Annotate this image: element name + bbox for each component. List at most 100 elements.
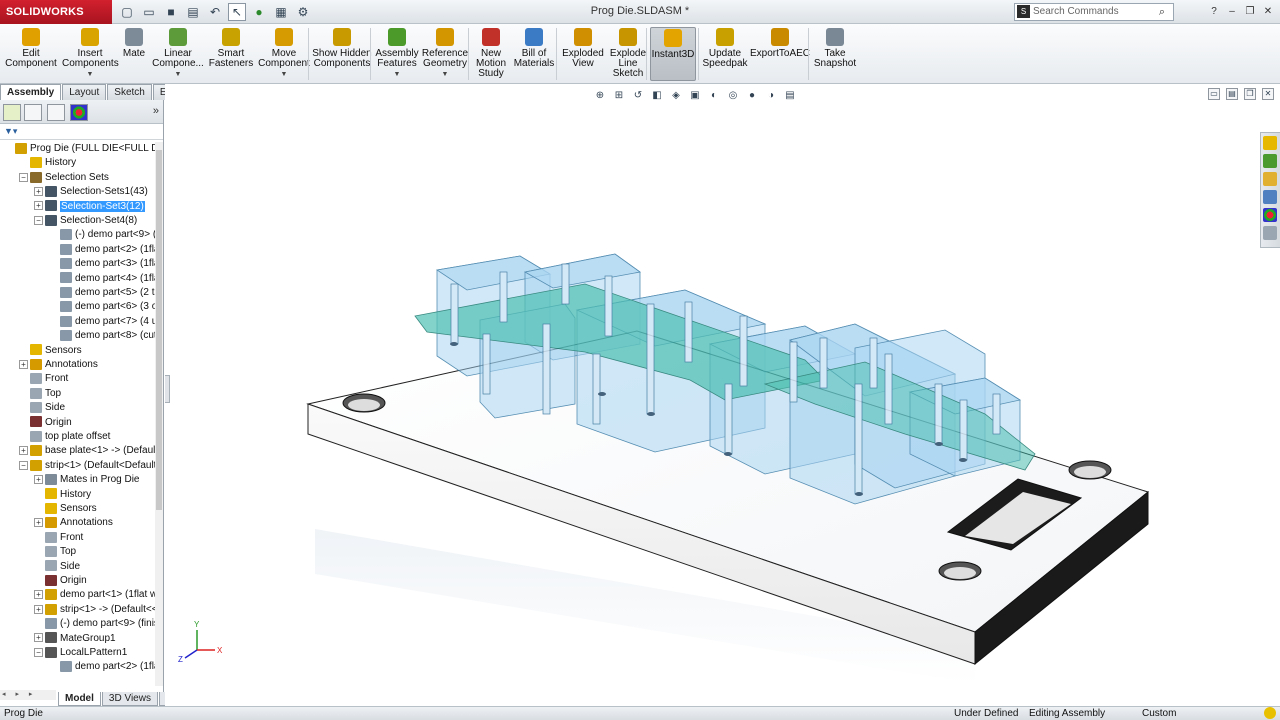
- close-icon[interactable]: ✕: [1260, 3, 1276, 19]
- tree-item[interactable]: demo part<6> (3 off: [49, 300, 163, 314]
- tree-item[interactable]: demo part<5> (2 tab: [49, 286, 163, 300]
- tree-item[interactable]: demo part<7> (4 u b: [49, 315, 163, 329]
- show-hidden-components-button[interactable]: Show Hidden Components: [312, 27, 372, 81]
- open-folder-icon[interactable]: ▭: [140, 3, 158, 21]
- edit-component-button[interactable]: Edit Component: [4, 27, 58, 81]
- status-units[interactable]: Custom: [1142, 707, 1176, 720]
- chevron-down-icon[interactable]: ▼: [258, 70, 310, 80]
- take-snapshot-button[interactable]: Take Snapshot: [812, 27, 858, 81]
- explode-line-sketch-button[interactable]: Explode Line Sketch: [608, 27, 648, 81]
- filter-icon[interactable]: ▼▾: [4, 126, 17, 136]
- linear-compone-button[interactable]: Linear Compone... ▼: [152, 27, 204, 81]
- rebuild-status-icon[interactable]: [1264, 707, 1276, 719]
- expand-icon[interactable]: +: [34, 604, 43, 614]
- tree-item[interactable]: Top: [19, 387, 61, 401]
- rebuild-icon[interactable]: ●: [250, 3, 268, 21]
- collapse-icon[interactable]: −: [34, 215, 43, 225]
- exporttoaec-button[interactable]: ExportToAEC: [750, 27, 810, 81]
- tree-item[interactable]: + Selection-Set3(12): [34, 200, 145, 214]
- search-commands-input[interactable]: S Search Commands ⌕: [1014, 3, 1174, 21]
- tab-sketch[interactable]: Sketch: [107, 84, 152, 100]
- tree-item[interactable]: + base plate<1> -> (Default<: [19, 444, 163, 458]
- tree-item[interactable]: − Selection-Set4(8): [34, 214, 137, 228]
- chevron-down-icon[interactable]: ▼: [420, 70, 470, 80]
- tree-item[interactable]: Sensors: [19, 344, 82, 358]
- tree-item[interactable]: Side: [34, 560, 80, 574]
- tree-item[interactable]: + strip<1> -> (Default<<D: [34, 603, 163, 617]
- tree-item[interactable]: demo part<3> (1flat: [49, 257, 162, 271]
- bottom-tab-model[interactable]: Model: [58, 692, 101, 706]
- chevron-down-icon[interactable]: ▼: [374, 70, 420, 80]
- print-icon[interactable]: ▤: [184, 3, 202, 21]
- tree-item[interactable]: + Annotations: [19, 358, 98, 372]
- expand-icon[interactable]: +: [34, 201, 43, 211]
- tree-item[interactable]: Prog Die (FULL DIE<FULL DIE_D: [4, 142, 163, 156]
- expand-icon[interactable]: +: [19, 446, 28, 456]
- expand-icon[interactable]: +: [19, 359, 28, 369]
- tree-filter[interactable]: ▼▾: [0, 124, 163, 140]
- tree-item[interactable]: demo part<2> (1flat: [49, 243, 162, 257]
- collapse-icon[interactable]: −: [34, 647, 43, 657]
- configuration-manager-tab-icon[interactable]: [47, 104, 65, 121]
- tree-item[interactable]: demo part<4> (1flat: [49, 272, 162, 286]
- tree-item[interactable]: History: [34, 488, 91, 502]
- undo-icon[interactable]: ↶: [206, 3, 224, 21]
- minimize-icon[interactable]: –: [1224, 3, 1240, 19]
- tree-item[interactable]: − Selection Sets: [19, 171, 109, 185]
- save-icon[interactable]: ■: [162, 3, 180, 21]
- bottom-tab-3d-views[interactable]: 3D Views: [101, 692, 158, 706]
- reference-geometry-button[interactable]: Reference Geometry ▼: [420, 27, 470, 81]
- tree-item[interactable]: Sensors: [34, 502, 97, 516]
- move-component-button[interactable]: Move Component ▼: [258, 27, 310, 81]
- tree-item[interactable]: + demo part<1> (1flat witl: [34, 588, 163, 602]
- property-manager-tab-icon[interactable]: [24, 104, 42, 121]
- tree-item[interactable]: Origin: [34, 574, 87, 588]
- options-gear-icon[interactable]: ⚙: [294, 3, 312, 21]
- assembly-features-button[interactable]: Assembly Features ▼: [374, 27, 420, 81]
- collapse-icon[interactable]: −: [19, 460, 28, 470]
- restore-icon[interactable]: ❐: [1242, 3, 1258, 19]
- tree-item[interactable]: Front: [34, 531, 83, 545]
- tree-item[interactable]: (-) demo part<9> (fin: [49, 228, 163, 242]
- search-scope-icon[interactable]: S: [1017, 5, 1030, 18]
- tree-item[interactable]: − strip<1> (Default<Default_D: [19, 459, 163, 473]
- tree-item[interactable]: Origin: [19, 416, 72, 430]
- tree-vertical-scrollbar[interactable]: [155, 142, 163, 686]
- expand-icon[interactable]: +: [34, 518, 43, 528]
- expand-icon[interactable]: +: [34, 187, 43, 197]
- mate-button[interactable]: Mate: [118, 27, 150, 81]
- instant3d-button[interactable]: Instant3D: [650, 27, 696, 81]
- new-motion-study-button[interactable]: New Motion Study: [472, 27, 510, 81]
- tree-item[interactable]: top plate offset: [19, 430, 110, 444]
- graphics-viewport[interactable]: ⊕ ⊞ ↺ ◧ ◈ ▣ ◐ ◎ ● ◑ ▤ ▭ ▤ ❐ ✕ Y X Z: [165, 84, 1280, 706]
- tab-layout[interactable]: Layout: [62, 84, 107, 100]
- scroll-thumb[interactable]: [156, 150, 162, 510]
- help-icon[interactable]: ?: [1206, 3, 1222, 19]
- update-speedpak-button[interactable]: Update Speedpak: [702, 27, 748, 81]
- new-document-icon[interactable]: ▢: [118, 3, 136, 21]
- bill-of-materials-button[interactable]: Bill of Materials: [512, 27, 556, 81]
- tree-item[interactable]: demo part<8> (cuto: [49, 329, 162, 343]
- tree-item[interactable]: − LocalLPattern1: [34, 646, 127, 660]
- chevron-down-icon[interactable]: ▼: [152, 70, 204, 80]
- tab-assembly[interactable]: Assembly: [0, 84, 62, 100]
- tree-item[interactable]: History: [19, 156, 76, 170]
- select-pointer-icon[interactable]: ↖: [228, 3, 246, 21]
- file-properties-icon[interactable]: ▦: [272, 3, 290, 21]
- smart-fasteners-button[interactable]: Smart Fasteners: [206, 27, 256, 81]
- collapse-icon[interactable]: −: [19, 172, 28, 182]
- tree-item[interactable]: + Annotations: [34, 516, 113, 530]
- feature-manager-tab-icon[interactable]: [3, 104, 21, 121]
- chevron-down-icon[interactable]: ▼: [62, 70, 118, 80]
- prog-die-model[interactable]: Y X Z: [165, 84, 1280, 706]
- search-icon[interactable]: ⌕: [1159, 4, 1165, 20]
- tree-item[interactable]: (-) demo part<9> (finish: [34, 617, 163, 631]
- exploded-view-button[interactable]: Exploded View: [560, 27, 606, 81]
- tree-item[interactable]: Top: [34, 545, 76, 559]
- tree-item[interactable]: Side: [19, 401, 65, 415]
- expand-panel-icon[interactable]: »: [153, 105, 159, 117]
- expand-icon[interactable]: +: [34, 475, 43, 485]
- tree-item[interactable]: + Selection-Sets1(43): [34, 185, 148, 199]
- expand-icon[interactable]: +: [34, 633, 43, 643]
- display-manager-tab-icon[interactable]: [70, 104, 88, 121]
